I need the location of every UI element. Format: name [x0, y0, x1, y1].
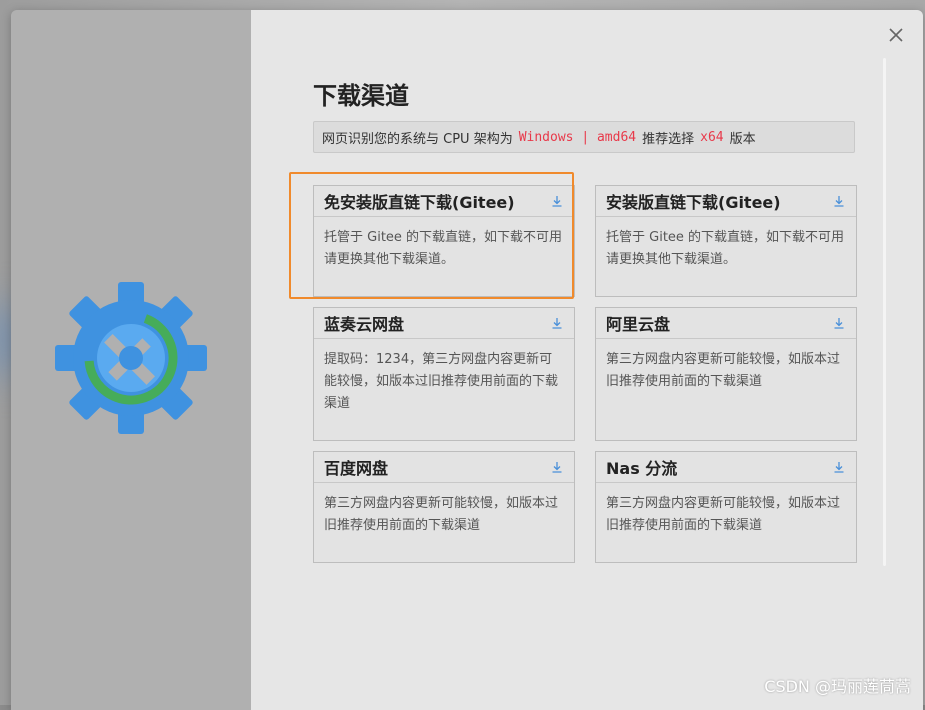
download-icon[interactable] — [832, 194, 846, 208]
card-description: 托管于 Gitee 的下载直链，如下载不可用请更换其他下载渠道。 — [606, 230, 845, 267]
card-description: 第三方网盘内容更新可能较慢，如版本过旧推荐使用前面的下载渠道 — [606, 352, 841, 389]
download-card-nas[interactable]: Nas 分流 第三方网盘内容更新可能较慢，如版本过旧推荐使用前面的下载渠道 — [595, 451, 857, 563]
app-logo — [55, 282, 207, 434]
download-card-portable-gitee[interactable]: 免安装版直链下载(Gitee) 托管于 Gitee 的下载直链，如下载不可用请更… — [313, 185, 575, 297]
card-title: 安装版直链下载(Gitee) — [606, 193, 781, 212]
download-icon[interactable] — [550, 194, 564, 208]
card-header: 阿里云盘 — [596, 308, 856, 339]
info-prefix: 网页识别您的系统与 CPU 架构为 — [322, 131, 513, 147]
card-description: 第三方网盘内容更新可能较慢，如版本过旧推荐使用前面的下载渠道 — [606, 496, 841, 533]
card-header: 蓝奏云网盘 — [314, 308, 574, 339]
card-title: 百度网盘 — [324, 459, 389, 478]
download-card-aliyun[interactable]: 阿里云盘 第三方网盘内容更新可能较慢，如版本过旧推荐使用前面的下载渠道 — [595, 307, 857, 441]
card-header: 百度网盘 — [314, 452, 574, 483]
download-card-baidu[interactable]: 百度网盘 第三方网盘内容更新可能较慢，如版本过旧推荐使用前面的下载渠道 — [313, 451, 575, 563]
card-title: 蓝奏云网盘 — [324, 315, 405, 334]
download-icon[interactable] — [550, 316, 564, 330]
watermark: CSDN @玛丽莲茼蒿 — [764, 677, 911, 696]
card-header: 免安装版直链下载(Gitee) — [314, 186, 574, 217]
card-title: 免安装版直链下载(Gitee) — [324, 193, 515, 212]
scrollbar[interactable] — [883, 58, 886, 566]
download-icon[interactable] — [550, 460, 564, 474]
download-card-lanzou[interactable]: 蓝奏云网盘 提取码：1234，第三方网盘内容更新可能较慢，如版本过旧推荐使用前面… — [313, 307, 575, 441]
close-icon[interactable] — [889, 28, 903, 42]
card-header: Nas 分流 — [596, 452, 856, 483]
card-description: 托管于 Gitee 的下载直链，如下载不可用请更换其他下载渠道。 — [324, 230, 563, 267]
info-arch: x64 — [700, 129, 724, 145]
system-info-bar: 网页识别您的系统与 CPU 架构为 Windows | amd64 推荐选择 x… — [313, 121, 855, 153]
card-title: Nas 分流 — [606, 459, 678, 478]
download-icon[interactable] — [832, 316, 846, 330]
info-suffix: 版本 — [729, 131, 756, 147]
dialog-main-panel: 下载渠道 网页识别您的系统与 CPU 架构为 Windows | amd64 推… — [251, 10, 923, 710]
info-middle: 推荐选择 — [642, 131, 695, 147]
dialog-side-panel — [11, 10, 251, 710]
card-description: 提取码：1234，第三方网盘内容更新可能较慢，如版本过旧推荐使用前面的下载渠道 — [324, 352, 559, 411]
card-header: 安装版直链下载(Gitee) — [596, 186, 856, 217]
download-dialog: 下载渠道 网页识别您的系统与 CPU 架构为 Windows | amd64 推… — [11, 10, 923, 710]
dialog-title: 下载渠道 — [313, 82, 409, 110]
card-description: 第三方网盘内容更新可能较慢，如版本过旧推荐使用前面的下载渠道 — [324, 496, 559, 533]
close-button[interactable] — [887, 26, 905, 44]
info-system: Windows | amd64 — [518, 129, 637, 145]
download-card-installer-gitee[interactable]: 安装版直链下载(Gitee) 托管于 Gitee 的下载直链，如下载不可用请更换… — [595, 185, 857, 297]
card-title: 阿里云盘 — [606, 315, 671, 334]
download-icon[interactable] — [832, 460, 846, 474]
